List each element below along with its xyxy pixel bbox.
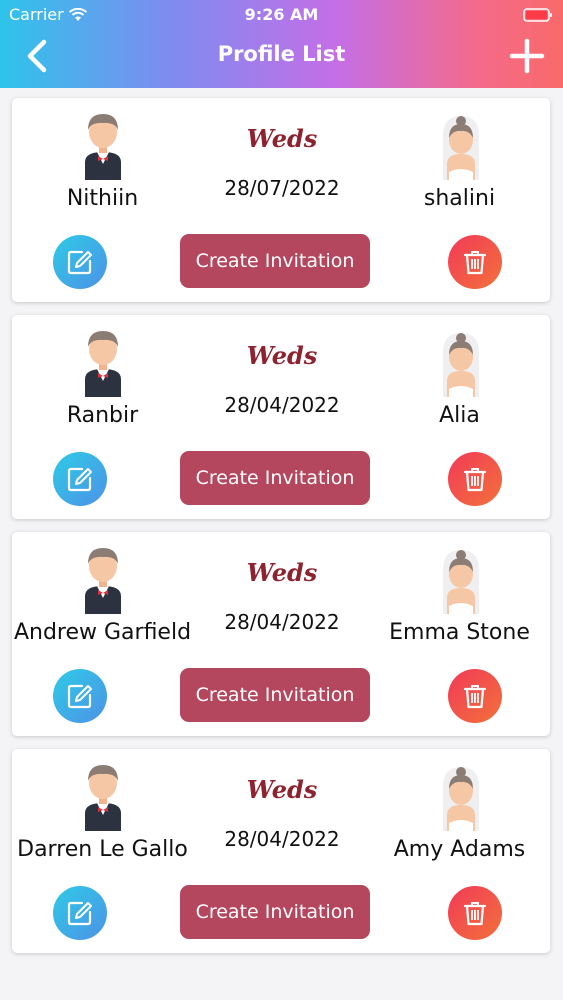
edit-icon xyxy=(66,899,94,927)
edit-button[interactable] xyxy=(53,235,107,289)
profile-card: Andrew Garfield Weds 28/04/2022 Emma Sto… xyxy=(12,532,550,736)
weds-label: Weds xyxy=(246,341,318,370)
create-invitation-button[interactable]: Create Invitation xyxy=(180,451,370,505)
plus-icon[interactable] xyxy=(509,38,545,74)
profile-card: Darren Le Gallo Weds 28/04/2022 Amy Adam… xyxy=(12,749,550,953)
edit-icon xyxy=(66,465,94,493)
battery-icon xyxy=(523,8,552,22)
bride-name: Amy Adams xyxy=(393,837,526,862)
trash-icon xyxy=(461,899,489,927)
wedding-date: 28/04/2022 xyxy=(224,827,340,851)
bride-name: shalini xyxy=(423,186,496,211)
delete-button[interactable] xyxy=(448,452,502,506)
create-invitation-button[interactable]: Create Invitation xyxy=(180,885,370,939)
create-invitation-button[interactable]: Create Invitation xyxy=(180,668,370,722)
trash-icon xyxy=(461,465,489,493)
edit-icon xyxy=(66,248,94,276)
app-header: Carrier 9:26 AM Profile List xyxy=(0,0,563,88)
delete-button[interactable] xyxy=(448,235,502,289)
wedding-date: 28/04/2022 xyxy=(224,610,340,634)
bride-avatar-icon xyxy=(433,112,489,180)
trash-icon xyxy=(461,682,489,710)
profile-card: Nithiin Weds 28/07/2022 shalini Create I… xyxy=(12,98,550,302)
status-time: 9:26 AM xyxy=(244,5,319,24)
weds-label: Weds xyxy=(246,558,318,587)
delete-button[interactable] xyxy=(448,669,502,723)
weds-label: Weds xyxy=(246,124,318,153)
groom-name: Ranbir xyxy=(66,403,139,428)
bride-avatar-icon xyxy=(433,329,489,397)
wedding-date: 28/07/2022 xyxy=(224,176,340,200)
bride-avatar-icon xyxy=(433,763,489,831)
groom-name: Andrew Garfield xyxy=(13,620,192,645)
groom-avatar-icon xyxy=(75,112,131,180)
edit-icon xyxy=(66,682,94,710)
status-bar: Carrier 9:26 AM xyxy=(0,4,563,26)
bride-name: Emma Stone xyxy=(389,620,530,645)
groom-name: Darren Le Gallo xyxy=(17,837,188,862)
edit-button[interactable] xyxy=(53,669,107,723)
groom-avatar-icon xyxy=(75,546,131,614)
groom-name: Nithiin xyxy=(66,186,139,211)
profile-card: Ranbir Weds 28/04/2022 Alia Create Invit… xyxy=(12,315,550,519)
groom-avatar-icon xyxy=(75,329,131,397)
delete-button[interactable] xyxy=(448,886,502,940)
bride-avatar-icon xyxy=(433,546,489,614)
bride-name: Alia xyxy=(439,403,480,428)
wedding-date: 28/04/2022 xyxy=(224,393,340,417)
edit-button[interactable] xyxy=(53,886,107,940)
edit-button[interactable] xyxy=(53,452,107,506)
trash-icon xyxy=(461,248,489,276)
page-title: Profile List xyxy=(217,42,346,66)
create-invitation-button[interactable]: Create Invitation xyxy=(180,234,370,288)
groom-avatar-icon xyxy=(75,763,131,831)
weds-label: Weds xyxy=(246,775,318,804)
